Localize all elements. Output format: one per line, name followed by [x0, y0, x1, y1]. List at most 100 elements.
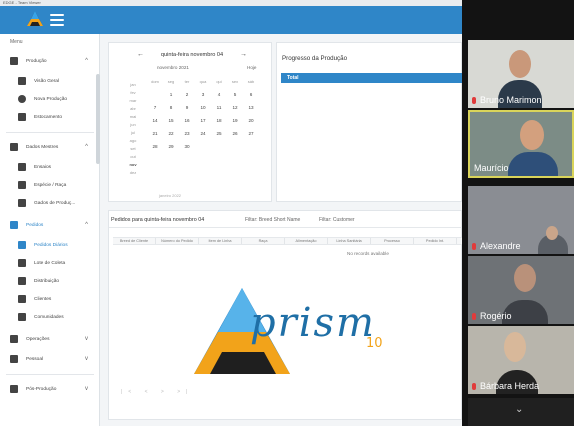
day-cell[interactable]: 7 — [147, 101, 163, 114]
day-cell[interactable]: 18 — [211, 114, 227, 127]
column-header[interactable]: Pedido Int. — [414, 238, 457, 244]
column-header[interactable]: Processo — [371, 238, 414, 244]
table-pager[interactable]: |< < > >| — [121, 389, 193, 395]
sidebar-item-visao-geral[interactable]: Visão Geral — [18, 74, 96, 88]
day-cell[interactable]: 5 — [227, 88, 243, 101]
sidebar-item-operacoes[interactable]: Operações v — [10, 332, 96, 346]
day-cell[interactable]: 27 — [243, 127, 259, 140]
weekday-label: seg — [167, 79, 175, 84]
sidebar-item-label: Espécie / Raça — [34, 182, 67, 188]
month-cell[interactable]: jul — [123, 129, 143, 137]
day-cell[interactable] — [147, 88, 163, 101]
participant-tile[interactable]: Alexandre — [468, 186, 574, 254]
month-cell[interactable]: jan — [123, 81, 143, 89]
calendar-next-month[interactable]: janeiro 2022 — [159, 193, 181, 198]
month-cell[interactable] — [123, 73, 143, 81]
day-cell[interactable]: 9 — [179, 101, 195, 114]
sidebar-item-distribuicao[interactable]: Distribuição — [18, 274, 96, 288]
day-cell[interactable]: 17 — [195, 114, 211, 127]
sidebar-item-especie-raca[interactable]: Espécie / Raça — [18, 178, 96, 192]
month-cell[interactable]: out — [123, 153, 143, 161]
day-cell[interactable]: 15 — [163, 114, 179, 127]
column-header[interactable]: Alimentação — [285, 238, 328, 244]
sidebar-item-pos-producao[interactable]: Pós-Produção v — [10, 382, 96, 396]
sidebar-item-nova-producao[interactable]: Nova Produção — [18, 92, 96, 106]
sidebar-item-pedidos[interactable]: Pedidos ^ — [10, 218, 96, 232]
calendar-date-title[interactable]: quinta-feira novembro 04 — [161, 52, 223, 58]
sidebar-item-clientes[interactable]: Clientes — [18, 292, 96, 306]
sidebar-item-producao[interactable]: Produção ^ — [10, 54, 96, 68]
column-header[interactable]: Número do Pedido — [156, 238, 199, 244]
day-cell[interactable]: 6 — [243, 88, 259, 101]
month-cell[interactable]: ago — [123, 137, 143, 145]
day-cell[interactable]: 11 — [211, 101, 227, 114]
day-cell[interactable] — [243, 140, 259, 153]
sidebar-item-pedidos-diarios[interactable]: Pedidos Diários — [18, 238, 96, 252]
participant-tile-active[interactable]: Maurício — [468, 110, 574, 178]
day-cell[interactable]: 21 — [147, 127, 163, 140]
weekday-label: qua — [199, 79, 207, 84]
prism-logo-icon[interactable] — [26, 10, 44, 28]
today-button[interactable]: Hoje — [247, 65, 256, 70]
month-cell[interactable]: nov — [123, 161, 143, 169]
filter-breed-input[interactable]: Filtar: Breed Short Name — [245, 217, 300, 223]
day-cell[interactable]: 2 — [179, 88, 195, 101]
day-cell[interactable]: 16 — [179, 114, 195, 127]
day-cell[interactable]: 3 — [195, 88, 211, 101]
participant-tile[interactable]: Bárbara Herda — [468, 326, 574, 394]
people-icon — [10, 355, 18, 363]
day-cell[interactable]: 28 — [147, 140, 163, 153]
day-cell[interactable]: 14 — [147, 114, 163, 127]
progress-total-bar[interactable]: Total — [281, 73, 463, 83]
month-cell[interactable]: fev — [123, 89, 143, 97]
day-cell[interactable] — [227, 140, 243, 153]
column-header[interactable]: Breed de Cliente — [113, 238, 156, 244]
participant-tile[interactable]: Bruno Marimon — [468, 40, 574, 108]
sidebar-item-comunidades[interactable]: Comunidades — [18, 310, 96, 324]
sidebar-item-lote-coleta[interactable]: Lote de Coleta — [18, 256, 96, 270]
day-cell[interactable]: 20 — [243, 114, 259, 127]
month-cell[interactable]: mar — [123, 97, 143, 105]
day-cell[interactable]: 24 — [195, 127, 211, 140]
participant-tile[interactable]: Rogério — [468, 256, 574, 324]
day-cell[interactable]: 10 — [195, 101, 211, 114]
prev-day-icon[interactable]: ← — [137, 51, 144, 58]
sidebar-item-ensaios[interactable]: Ensaios — [18, 160, 96, 174]
month-cell[interactable]: jun — [123, 121, 143, 129]
column-header[interactable]: Raça — [242, 238, 285, 244]
day-cell[interactable] — [195, 140, 211, 153]
column-header[interactable]: Item de Linha — [199, 238, 242, 244]
day-cell[interactable]: 26 — [227, 127, 243, 140]
day-cell[interactable]: 13 — [243, 101, 259, 114]
day-cell[interactable]: 8 — [163, 101, 179, 114]
day-cell[interactable]: 30 — [179, 140, 195, 153]
production-icon — [10, 57, 18, 65]
next-day-icon[interactable]: → — [240, 51, 247, 58]
month-cell[interactable]: dez — [123, 169, 143, 177]
day-cell[interactable]: 4 — [211, 88, 227, 101]
month-cell[interactable]: abr — [123, 105, 143, 113]
filter-customer-input[interactable]: Filtar: Customer — [319, 217, 355, 223]
calendar-month-label[interactable]: novembro 2021 — [157, 65, 189, 70]
month-cell[interactable]: mai — [123, 113, 143, 121]
day-cell[interactable]: 29 — [163, 140, 179, 153]
calendar-icon — [18, 241, 26, 249]
day-cell[interactable]: 19 — [227, 114, 243, 127]
chevron-down-icon[interactable]: ⌄ — [515, 404, 523, 415]
sidebar-item-pessoal[interactable]: Pessoal v — [10, 352, 96, 366]
month-cell[interactable]: set — [123, 145, 143, 153]
participant-name: Bruno Marimon — [472, 95, 542, 105]
day-cell[interactable]: 1 — [163, 88, 179, 101]
column-header[interactable]: Linha Sanitária — [328, 238, 371, 244]
day-cell[interactable] — [211, 140, 227, 153]
day-cell[interactable]: 25 — [211, 127, 227, 140]
menu-toggle-icon[interactable] — [50, 14, 64, 26]
sidebar-item-estocamento[interactable]: Estocamento — [18, 110, 96, 124]
day-cell[interactable]: 12 — [227, 101, 243, 114]
day-cell[interactable]: 23 — [179, 127, 195, 140]
day-cell[interactable]: 22 — [163, 127, 179, 140]
sidebar-item-gados-producao[interactable]: Gados de Produç... — [18, 196, 96, 210]
sidebar-item-label: Lote de Coleta — [34, 260, 66, 266]
participant-name: Maurício — [474, 163, 509, 173]
sidebar-item-dados-mestres[interactable]: Dados Mestres ^ — [10, 140, 96, 154]
